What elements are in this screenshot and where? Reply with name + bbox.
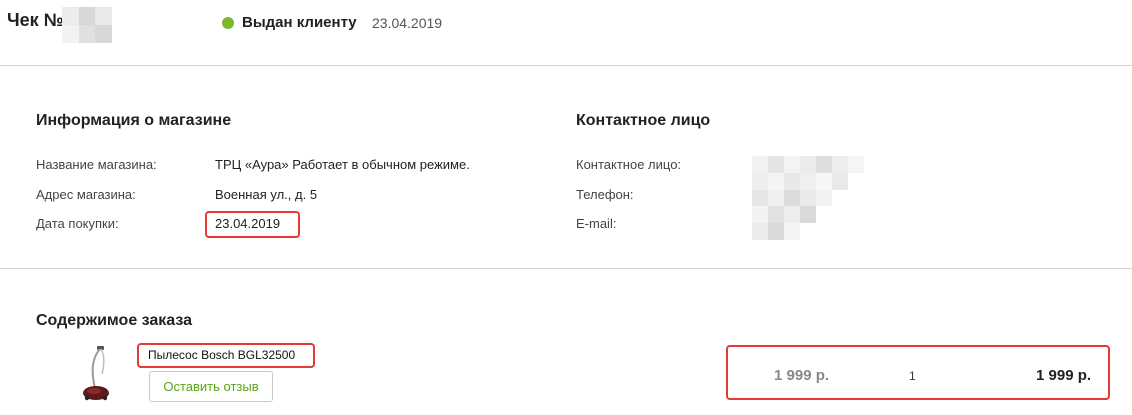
status-dot-icon: [222, 17, 234, 29]
store-name-label: Название магазина:: [36, 157, 157, 172]
leave-review-button[interactable]: Оставить отзыв: [149, 371, 273, 402]
product-image[interactable]: [78, 344, 118, 402]
contact-email-label: E-mail:: [576, 216, 617, 231]
product-name[interactable]: Пылесос Bosch BGL32500: [148, 348, 295, 362]
store-address-label: Адрес магазина:: [36, 187, 136, 202]
receipt-title: Чек №: [7, 10, 64, 30]
divider: [0, 268, 1132, 269]
store-info-title: Информация о магазине: [36, 112, 232, 129]
quantity: 1: [909, 369, 916, 383]
contact-title: Контактное лицо: [576, 112, 711, 129]
divider: [0, 65, 1132, 66]
store-name-value: ТРЦ «Аура» Работает в обычном режиме.: [215, 157, 470, 172]
order-status: Выдан клиенту: [242, 14, 357, 31]
status-date: 23.04.2019: [372, 15, 443, 31]
contact-person-label: Контактное лицо:: [576, 157, 682, 172]
contact-details-redacted: [752, 156, 864, 240]
vacuum-cleaner-icon: [83, 346, 109, 401]
order-contents-title: Содержимое заказа: [36, 312, 193, 329]
contact-phone-label: Телефон:: [576, 187, 634, 202]
purchase-date-value: 23.04.2019: [215, 216, 281, 231]
store-address-value: Военная ул., д. 5: [215, 187, 318, 202]
total-price: 1 999 р.: [1036, 367, 1092, 384]
unit-price: 1 999 р.: [774, 367, 830, 384]
purchase-date-label: Дата покупки:: [36, 216, 119, 231]
receipt-number-redacted: [62, 7, 112, 43]
